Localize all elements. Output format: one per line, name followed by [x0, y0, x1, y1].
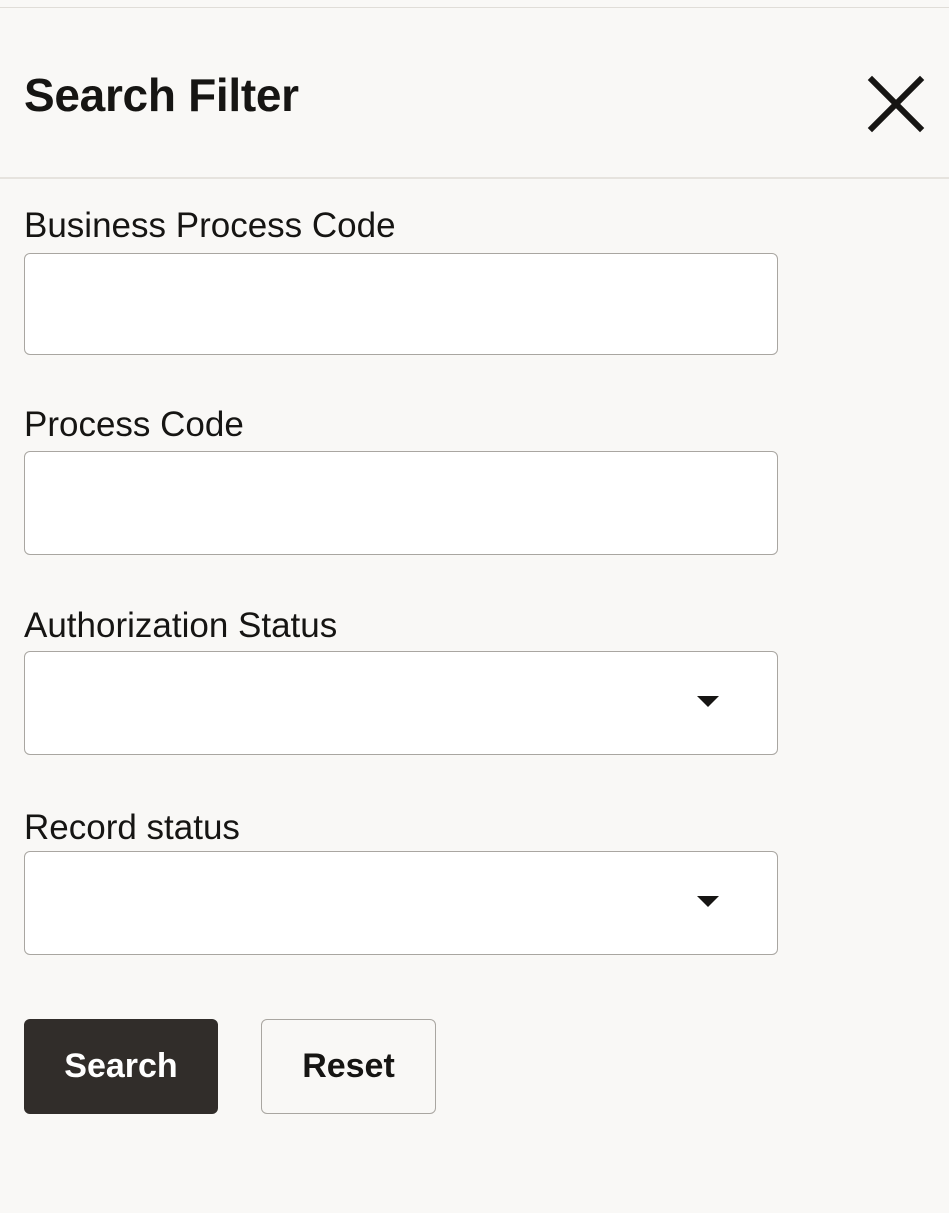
panel-header: Search Filter — [0, 8, 949, 177]
header-divider — [0, 177, 949, 179]
record-status-select[interactable] — [24, 851, 778, 955]
panel-title: Search Filter — [24, 69, 299, 121]
chevron-down-icon — [697, 896, 719, 907]
record-status-label: Record status — [24, 808, 240, 847]
chevron-down-icon — [697, 696, 719, 707]
authorization-status-label: Authorization Status — [24, 606, 338, 645]
process-code-label: Process Code — [24, 405, 244, 444]
close-button[interactable] — [860, 68, 932, 140]
reset-button[interactable]: Reset — [261, 1019, 436, 1114]
business-process-code-label: Business Process Code — [24, 206, 396, 245]
search-button[interactable]: Search — [24, 1019, 218, 1114]
close-icon — [867, 75, 925, 133]
process-code-input[interactable] — [24, 451, 778, 555]
authorization-status-select[interactable] — [24, 651, 778, 755]
business-process-code-input[interactable] — [24, 253, 778, 355]
